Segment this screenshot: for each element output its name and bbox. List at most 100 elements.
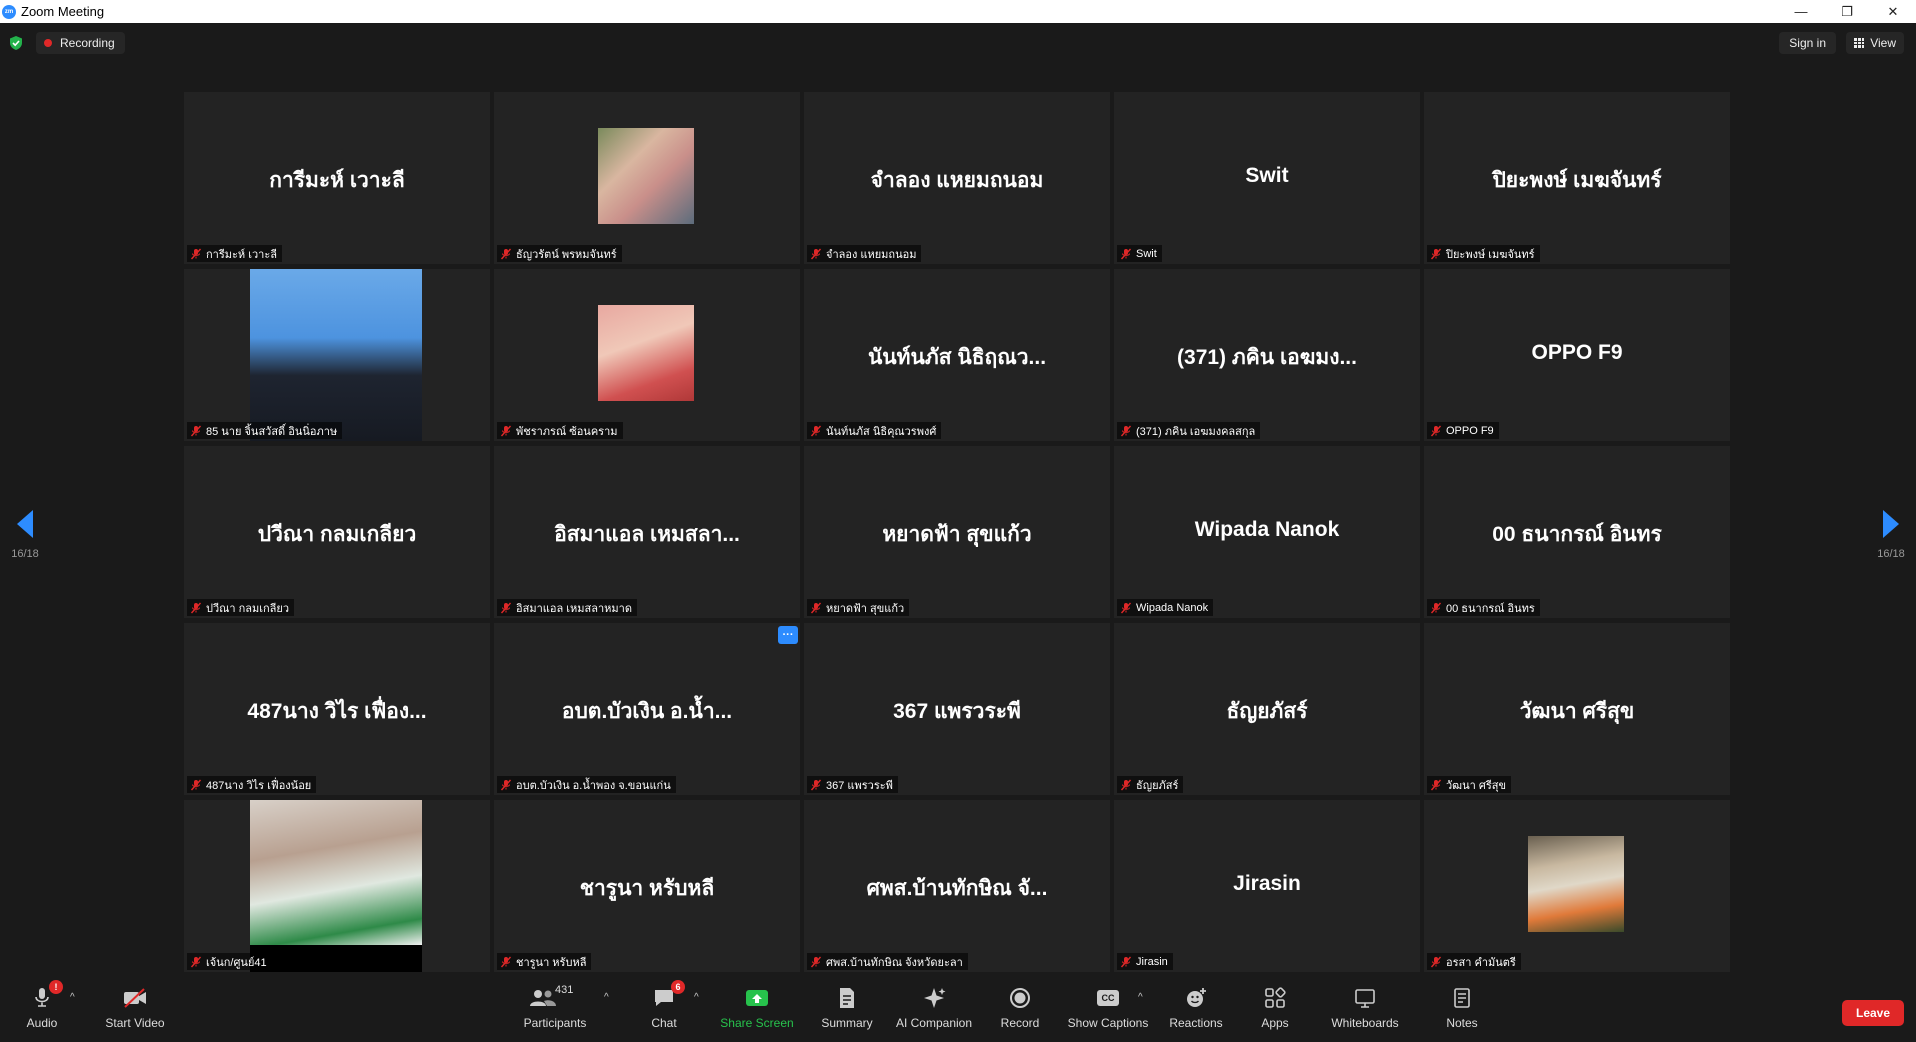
audio-options-caret[interactable]: ^ — [70, 992, 75, 1003]
participant-photo — [250, 800, 422, 945]
participant-tile[interactable]: ปิยะพงษ์ เมฆจันทร์ ปิยะพงษ์ เมฆจันทร์ — [1424, 92, 1730, 264]
arrow-right-icon[interactable] — [1883, 510, 1899, 538]
participant-tile[interactable]: พัชราภรณ์ ซ้อนคราม — [494, 269, 800, 441]
mic-muted-icon — [1430, 248, 1442, 259]
participant-tile[interactable]: เจ้นก/ศูนย์41 — [184, 800, 490, 972]
participant-name-label: ศพส.บ้านทักษิณ จังหวัดยะลา — [807, 953, 968, 970]
summary-button[interactable]: Summary — [818, 986, 876, 1038]
participant-tile[interactable]: ชารูนา หรับหลี ชารูนา หรับหลี — [494, 800, 800, 972]
participant-label-text: วัฒนา ศรีสุข — [1446, 779, 1506, 792]
participant-photo — [1528, 836, 1624, 932]
mic-muted-icon — [1120, 956, 1132, 967]
captions-options-caret[interactable]: ^ — [1138, 992, 1143, 1003]
participant-tile[interactable]: 367 แพรวระพี 367 แพรวระพี — [804, 623, 1110, 795]
restore-button[interactable]: ❐ — [1824, 0, 1870, 23]
share-screen-button[interactable]: Share Screen — [718, 986, 796, 1038]
leave-button[interactable]: Leave — [1842, 1000, 1904, 1026]
participant-tile[interactable]: จำลอง แหยมถนอม จำลอง แหยมถนอม — [804, 92, 1110, 264]
participant-name-label: 85 นาย จิ้นสวัสดิ์ อินนิ่อภาษ — [187, 422, 343, 439]
meeting-top-bar: Recording Sign in View — [0, 23, 1916, 63]
reactions-button[interactable]: Reactions — [1166, 986, 1226, 1038]
participant-tile[interactable]: Swit Swit — [1114, 92, 1420, 264]
minimize-button[interactable]: — — [1778, 0, 1824, 23]
ai-companion-button[interactable]: AI Companion — [892, 986, 976, 1038]
participant-tile[interactable]: อรสา คำมันตรี — [1424, 800, 1730, 972]
previous-page-nav[interactable]: 16/18 — [0, 510, 50, 560]
mic-muted-icon — [500, 602, 512, 613]
participant-tile[interactable]: ธัญวรัตน์ พรหมจันทร์ — [494, 92, 800, 264]
participant-tile[interactable]: การีมะห์ เวาะลี การีมะห์ เวาะลี — [184, 92, 490, 264]
window-title: Zoom Meeting — [21, 4, 105, 19]
participants-options-caret[interactable]: ^ — [604, 992, 609, 1003]
chat-options-caret[interactable]: ^ — [694, 992, 699, 1003]
participant-tile[interactable]: ศพส.บ้านทักษิณ จั... ศพส.บ้านทักษิณ จังห… — [804, 800, 1110, 972]
participant-display-name: หยาดฟ้า สุขแก้ว — [882, 523, 1032, 546]
notes-icon — [1449, 986, 1475, 1010]
participant-name-label: พัชราภรณ์ ซ้อนคราม — [497, 422, 623, 439]
participant-name-label: หยาดฟ้า สุขแก้ว — [807, 599, 910, 616]
participant-tile[interactable]: 487นาง วิไร เฟื่อง... 487นาง วิไร เฟื่อง… — [184, 623, 490, 795]
encryption-shield-icon[interactable] — [8, 35, 24, 51]
participant-tile[interactable]: 85 นาย จิ้นสวัสดิ์ อินนิ่อภาษ — [184, 269, 490, 441]
photo-black-bar — [250, 945, 422, 972]
page-indicator-left: 16/18 — [11, 548, 39, 560]
participants-label: Participants — [523, 1016, 587, 1030]
participant-display-name: Wipada Nanok — [1194, 518, 1340, 541]
participant-tile[interactable]: Wipada Nanok Wipada Nanok — [1114, 446, 1420, 618]
participant-tile[interactable]: อิสมาแอล เหมสลา... อิสมาแอล เหมสลาหมาด — [494, 446, 800, 618]
whiteboards-label: Whiteboards — [1331, 1016, 1399, 1030]
zoom-logo-icon: zm — [2, 4, 16, 19]
apps-button[interactable]: Apps — [1258, 986, 1292, 1038]
chat-unread-badge: 6 — [671, 980, 685, 994]
participant-tile[interactable]: 00 ธนากรณ์ อินทร 00 ธนากรณ์ อินทร — [1424, 446, 1730, 618]
participant-tile[interactable]: วัฒนา ศรีสุข วัฒนา ศรีสุข — [1424, 623, 1730, 795]
participant-tile[interactable]: Jirasin Jirasin — [1114, 800, 1420, 972]
participant-tile[interactable]: ธัญยภัสร์ ธัญยภัสร์ — [1114, 623, 1420, 795]
participant-name-label: ปิยะพงษ์ เมฆจันทร์ — [1427, 245, 1540, 262]
start-video-button[interactable]: Start Video — [100, 986, 170, 1038]
participant-label-text: ชารูนา หรับหลี — [516, 956, 587, 969]
participant-label-text: ธัญวรัตน์ พรหมจันทร์ — [516, 248, 617, 261]
participants-count: 431 — [555, 984, 574, 996]
summary-label: Summary — [821, 1016, 873, 1030]
participant-label-text: อบต.บัวเงิน อ.น้ำพอง จ.ขอนแก่น — [516, 779, 671, 792]
participant-name-label: 487นาง วิไร เฟื่องน้อย — [187, 776, 317, 793]
more-options-button[interactable]: ··· — [778, 626, 798, 644]
participant-tile[interactable]: ··· อบต.บัวเงิน อ.น้ำ... อบต.บัวเงิน อ.น… — [494, 623, 800, 795]
arrow-left-icon[interactable] — [17, 510, 33, 538]
participant-tile[interactable]: หยาดฟ้า สุขแก้ว หยาดฟ้า สุขแก้ว — [804, 446, 1110, 618]
ai-sparkle-icon — [921, 986, 947, 1010]
participants-button[interactable]: 431 Participants — [518, 984, 592, 1038]
mic-muted-icon — [500, 248, 512, 259]
next-page-nav[interactable]: 16/18 — [1866, 510, 1916, 560]
view-button[interactable]: View — [1846, 32, 1904, 54]
participant-label-text: ปิยะพงษ์ เมฆจันทร์ — [1446, 248, 1535, 261]
participant-display-name: ชารูนา หรับหลี — [579, 877, 715, 900]
participant-name-label: ธัญยภัสร์ — [1117, 776, 1184, 793]
mic-muted-icon — [1430, 425, 1442, 436]
recording-indicator[interactable]: Recording — [36, 32, 125, 54]
participant-name-label: (371) ภคิน เอฆมงคลสกุล — [1117, 422, 1261, 439]
mic-muted-icon — [190, 956, 202, 967]
participant-tile[interactable]: นันท์นภัส นิธิฤณว... นันท์นภัส นิธิคุณวร… — [804, 269, 1110, 441]
audio-button[interactable]: ! Audio — [24, 980, 63, 1038]
participant-name-label: Swit — [1117, 245, 1162, 262]
participant-label-text: OPPO F9 — [1446, 424, 1494, 437]
sign-in-button[interactable]: Sign in — [1779, 32, 1836, 54]
notes-button[interactable]: Notes — [1444, 986, 1480, 1038]
participant-label-text: 85 นาย จิ้นสวัสดิ์ อินนิ่อภาษ — [206, 425, 338, 438]
whiteboards-button[interactable]: Whiteboards — [1328, 986, 1402, 1038]
participant-name-label: Jirasin — [1117, 953, 1173, 970]
chat-bubble-icon: 6 — [651, 980, 685, 1010]
chat-button[interactable]: 6 Chat — [646, 980, 685, 1038]
participant-name-label: อิสมาแอล เหมสลาหมาด — [497, 599, 637, 616]
start-video-label: Start Video — [105, 1016, 165, 1030]
participant-tile[interactable]: (371) ภคิน เอฆมง... (371) ภคิน เอฆมงคลสก… — [1114, 269, 1420, 441]
participant-tile[interactable]: ปวีณา กลมเกลียว ปวีณา กลมเกลียว — [184, 446, 490, 618]
record-button[interactable]: Record — [998, 986, 1042, 1038]
participant-display-name: OPPO F9 — [1531, 341, 1623, 364]
participant-tile[interactable]: OPPO F9 OPPO F9 — [1424, 269, 1730, 441]
participant-label-text: หยาดฟ้า สุขแก้ว — [826, 602, 905, 615]
close-button[interactable]: ✕ — [1870, 0, 1916, 23]
closed-captions-icon: CC — [1095, 986, 1121, 1010]
